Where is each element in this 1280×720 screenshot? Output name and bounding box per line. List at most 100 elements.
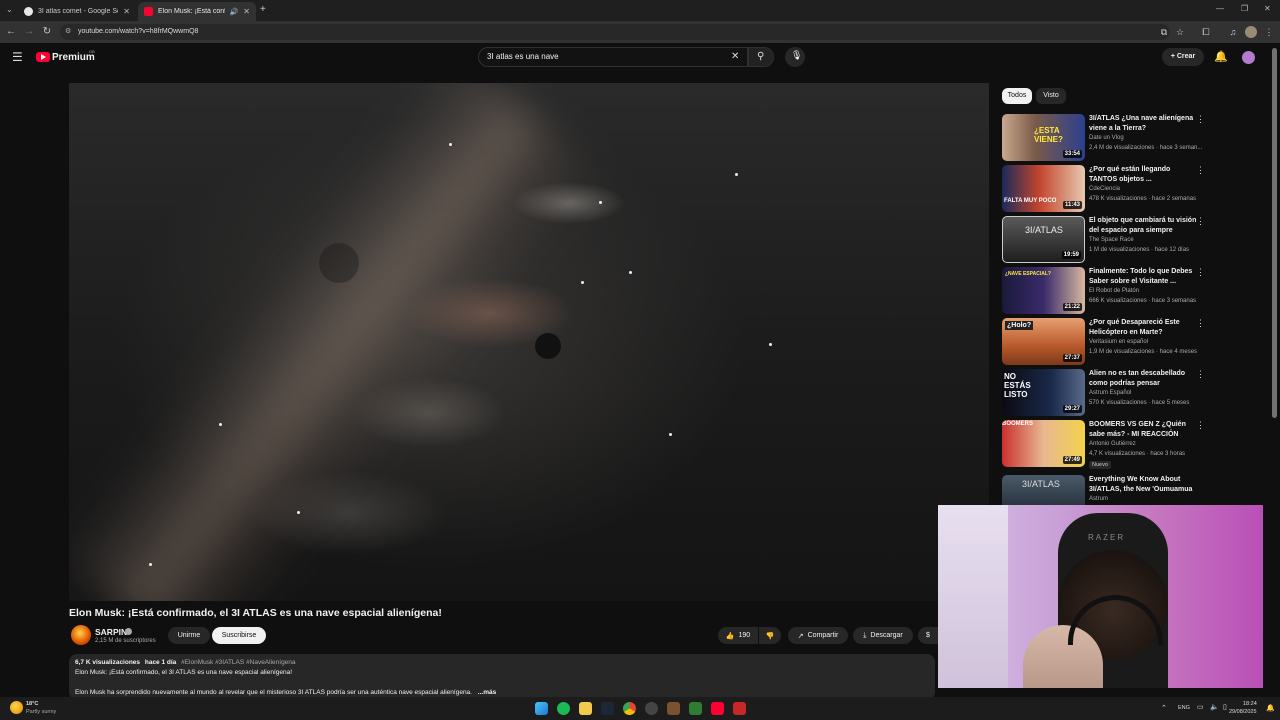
hashtags[interactable]: #ElonMusk #3IATLAS #NaveAlienígena: [181, 659, 295, 666]
more-actions-icon[interactable]: ⋮: [1196, 267, 1205, 278]
back-icon[interactable]: ←: [4, 25, 18, 39]
recommendation-item[interactable]: ¿ESTA VIENE? 33:54 3I/ATLAS ¿Una nave al…: [1002, 114, 1210, 162]
chip-visto[interactable]: Visto: [1036, 88, 1066, 104]
menu-dots-icon[interactable]: ⋮: [1263, 26, 1275, 38]
tab-youtube-video[interactable]: Elon Musk: ¡Está confirmado 🔊 ✕: [138, 2, 256, 21]
forward-icon[interactable]: →: [22, 25, 36, 39]
video-thumbnail[interactable]: FALTA MUY POCO 11:43: [1002, 165, 1085, 212]
more-actions-icon[interactable]: ⋮: [1196, 420, 1205, 431]
volume-icon[interactable]: 🔈: [1210, 703, 1219, 711]
recommendation-channel[interactable]: Veritasium en español: [1089, 339, 1148, 345]
reload-icon[interactable]: ↻: [40, 25, 54, 39]
video-thumbnail[interactable]: ¿Holo? 27:37: [1002, 318, 1085, 365]
search-input[interactable]: 3I atlas es una nave ✕: [478, 47, 748, 67]
video-thumbnail[interactable]: 3I/ATLAS 19:59: [1002, 216, 1085, 263]
description-box[interactable]: 6,7 K visualizaciones hace 1 día #ElonMu…: [69, 654, 935, 700]
recorder-icon[interactable]: [733, 702, 746, 715]
recommendation-title[interactable]: El objeto que cambiará tu visión del esp…: [1089, 216, 1199, 236]
minecraft-icon[interactable]: [667, 702, 680, 715]
more-actions-icon[interactable]: ⋮: [1196, 318, 1205, 329]
recommendation-item[interactable]: ¿NAVE ESPACIAL? 21:22 Finalmente: Todo l…: [1002, 267, 1210, 315]
chrome-icon[interactable]: [623, 702, 636, 715]
thanks-button[interactable]: $: [918, 627, 938, 644]
recommendation-item[interactable]: 3I/ATLAS 19:59 El objeto que cambiará tu…: [1002, 216, 1210, 264]
share-button[interactable]: ↗ Compartir: [788, 627, 848, 644]
obs-icon[interactable]: [645, 702, 658, 715]
recommendation-channel[interactable]: Antonio Gutiérrez: [1089, 441, 1136, 447]
recommendation-item[interactable]: 3I/ATLAS Everything We Know About 3I/ATL…: [1002, 475, 1210, 505]
recommendation-title[interactable]: ¿Por qué están llegando TANTOS objetos .…: [1089, 165, 1199, 185]
recommendation-item[interactable]: FALTA MUY POCO 11:43 ¿Por qué están lleg…: [1002, 165, 1210, 213]
video-thumbnail[interactable]: 3I/ATLAS: [1002, 475, 1085, 505]
steam-icon[interactable]: [601, 702, 614, 715]
more-actions-icon[interactable]: ⋮: [1196, 369, 1205, 380]
windows-start-icon[interactable]: [535, 702, 548, 715]
file-explorer-icon[interactable]: [579, 702, 592, 715]
site-info-icon[interactable]: ⚙: [65, 24, 71, 40]
video-player[interactable]: [69, 83, 989, 601]
minimize-icon[interactable]: —: [1216, 4, 1224, 13]
profile-avatar[interactable]: [1245, 26, 1257, 38]
more-actions-icon[interactable]: ⋮: [1196, 216, 1205, 227]
tab-google-search[interactable]: 3I atlas comet - Google Search ✕: [18, 2, 136, 21]
store-icon[interactable]: [689, 702, 702, 715]
recommendation-title[interactable]: BOOMERS VS GEN Z ¿Quién sabe más? - MI R…: [1089, 420, 1199, 440]
recommendation-title[interactable]: ¿Por qué Desapareció Este Helicóptero en…: [1089, 318, 1199, 338]
close-tab-icon[interactable]: ✕: [123, 7, 130, 16]
recommendation-channel[interactable]: Astrum: [1089, 496, 1108, 502]
recommendation-item[interactable]: ¿Holo? 27:37 ¿Por qué Desapareció Este H…: [1002, 318, 1210, 366]
hamburger-menu-icon[interactable]: ☰: [12, 50, 23, 64]
join-button[interactable]: Unirme: [168, 627, 210, 644]
recommendation-channel[interactable]: El Robot de Platón: [1089, 288, 1139, 294]
speaker-icon[interactable]: 🔊: [230, 8, 239, 16]
like-button[interactable]: 👍 190: [718, 627, 758, 644]
tab-search-chevron-icon[interactable]: ⌄: [6, 5, 13, 14]
recommendation-title[interactable]: 3I/ATLAS ¿Una nave alienígena viene a la…: [1089, 114, 1199, 134]
notification-bell-icon[interactable]: 🔔: [1266, 704, 1275, 712]
recommendation-channel[interactable]: Astrum Español: [1089, 390, 1131, 396]
dislike-button[interactable]: 👎: [759, 627, 781, 644]
chip-todos[interactable]: Todos: [1002, 88, 1032, 104]
new-tab-icon[interactable]: +: [260, 4, 266, 15]
clear-search-icon[interactable]: ✕: [731, 48, 739, 66]
subscribe-button[interactable]: Suscribirse: [212, 627, 266, 644]
video-thumbnail[interactable]: BOOMERS 27:49: [1002, 420, 1085, 467]
channel-avatar[interactable]: [71, 625, 91, 645]
account-avatar[interactable]: [1242, 51, 1255, 64]
clock-time[interactable]: 18:24: [1243, 701, 1257, 707]
url-field[interactable]: ⚙ youtube.com/watch?v=h8frMQwwmQ8: [60, 24, 1170, 40]
recommendation-item[interactable]: NO ESTÁS LISTO 29:27 Alien no es tan des…: [1002, 369, 1210, 417]
page-scrollbar[interactable]: [1272, 48, 1277, 418]
recommendation-title[interactable]: Alien no es tan descabellado como podría…: [1089, 369, 1199, 389]
close-window-icon[interactable]: ✕: [1264, 4, 1271, 13]
download-button[interactable]: ⤓ Descargar: [853, 627, 913, 644]
video-thumbnail[interactable]: NO ESTÁS LISTO 29:27: [1002, 369, 1085, 416]
show-more-link[interactable]: ...más: [478, 689, 496, 696]
recommendation-item[interactable]: BOOMERS 27:49 BOOMERS VS GEN Z ¿Quién sa…: [1002, 420, 1210, 474]
notifications-bell-icon[interactable]: 🔔: [1214, 50, 1228, 63]
spotify-icon[interactable]: [557, 702, 570, 715]
maximize-icon[interactable]: ❐: [1241, 4, 1248, 13]
search-button[interactable]: ⚲: [748, 47, 774, 67]
system-tray-chevron-icon[interactable]: ⌃: [1161, 704, 1167, 712]
youtube-logo-icon[interactable]: [36, 52, 50, 62]
recommendation-channel[interactable]: CdeCiencia: [1089, 186, 1120, 192]
youtube-app-icon[interactable]: [711, 702, 724, 715]
create-button[interactable]: + Crear: [1162, 48, 1204, 66]
network-icon[interactable]: ▭: [1197, 703, 1204, 711]
more-actions-icon[interactable]: ⋮: [1196, 114, 1205, 125]
bookmark-star-icon[interactable]: ☆: [1174, 26, 1186, 38]
voice-search-button[interactable]: 🎙: [785, 47, 805, 67]
open-in-app-icon[interactable]: ⧉: [1158, 26, 1170, 38]
battery-icon[interactable]: ▯: [1223, 703, 1227, 711]
video-thumbnail[interactable]: ¿ESTA VIENE? 33:54: [1002, 114, 1085, 161]
media-control-icon[interactable]: ♫: [1227, 26, 1239, 38]
close-tab-icon[interactable]: ✕: [243, 7, 250, 16]
clock-date[interactable]: 29/08/2025: [1229, 709, 1257, 715]
more-actions-icon[interactable]: ⋮: [1196, 165, 1205, 176]
recommendation-title[interactable]: Finalmente: Todo lo que Debes Saber sobr…: [1089, 267, 1199, 287]
keyboard-language[interactable]: ENG: [1178, 705, 1190, 711]
extensions-icon[interactable]: ⧠: [1200, 26, 1212, 38]
channel-name[interactable]: SARPIN: [95, 627, 127, 637]
video-thumbnail[interactable]: ¿NAVE ESPACIAL? 21:22: [1002, 267, 1085, 314]
